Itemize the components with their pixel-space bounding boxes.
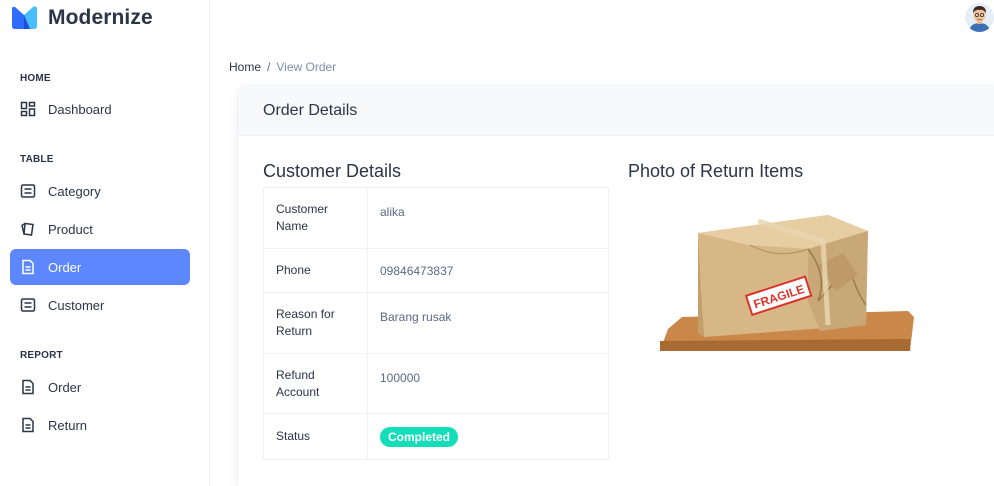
user-avatar[interactable]	[965, 3, 994, 32]
customer-details-title: Customer Details	[263, 161, 402, 181]
card-title: Order Details	[238, 86, 994, 136]
row-value: Completed	[367, 413, 609, 460]
table-row: Refund Account 100000	[263, 353, 609, 414]
table-row: Status Completed	[263, 413, 609, 460]
return-item-photo: FRAGILE	[660, 215, 914, 351]
sidebar-item-product[interactable]: Product	[10, 211, 190, 247]
cards-icon	[20, 221, 36, 237]
sidebar: Modernize HOME Dashboard TABLE Category …	[0, 0, 210, 486]
file-icon	[20, 259, 36, 275]
customer-details-table: Customer Name alika Phone 09846473837 Re…	[263, 187, 609, 460]
breadcrumb-current: View Order	[276, 60, 337, 74]
logo-icon	[12, 6, 37, 29]
row-label: Phone	[263, 248, 368, 293]
sidebar-item-label: Dashboard	[48, 101, 112, 117]
breadcrumb-home-link[interactable]: Home	[229, 60, 261, 74]
sidebar-item-label: Category	[48, 183, 101, 199]
row-label: Status	[263, 413, 368, 460]
row-value: alika	[367, 187, 609, 249]
file-icon	[20, 379, 36, 395]
table-row: Customer Name alika	[263, 187, 609, 249]
dashboard-icon	[20, 101, 36, 117]
sidebar-item-label: Return	[48, 417, 88, 433]
sidebar-item-order[interactable]: Order	[10, 249, 190, 285]
nav-section-home: HOME	[20, 73, 51, 84]
photo-title: Photo of Return Items	[628, 161, 804, 181]
sidebar-item-category[interactable]: Category	[10, 173, 190, 209]
nav-section-table: TABLE	[20, 154, 54, 165]
row-value: Barang rusak	[367, 292, 609, 354]
table-row: Reason for Return Barang rusak	[263, 292, 609, 354]
order-details-card: Order Details Customer Details Customer …	[238, 86, 994, 486]
sidebar-item-dashboard[interactable]: Dashboard	[10, 91, 190, 127]
brand-name: Modernize	[48, 6, 153, 29]
row-value: 100000	[367, 353, 609, 414]
row-label: Reason for Return	[263, 292, 368, 354]
breadcrumb: Home / View Order	[229, 60, 336, 74]
row-label: Customer Name	[263, 187, 368, 249]
sidebar-item-return[interactable]: Return	[10, 407, 190, 443]
sidebar-item-report-order[interactable]: Order	[10, 369, 190, 405]
brand[interactable]: Modernize	[10, 5, 153, 31]
sidebar-item-customer[interactable]: Customer	[10, 287, 190, 323]
sidebar-item-label: Order	[48, 379, 82, 395]
file-icon	[20, 417, 36, 433]
avatar-icon	[965, 3, 994, 32]
nav-section-report: REPORT	[20, 350, 63, 361]
list-icon	[20, 297, 36, 313]
row-value: 09846473837	[367, 248, 609, 293]
sidebar-item-label: Order	[48, 259, 82, 275]
sidebar-item-label: Customer	[48, 297, 105, 313]
list-icon	[20, 183, 36, 199]
status-badge: Completed	[380, 426, 459, 447]
table-row: Phone 09846473837	[263, 248, 609, 293]
sidebar-item-label: Product	[48, 221, 93, 237]
row-label: Refund Account	[263, 353, 368, 414]
breadcrumb-separator: /	[267, 60, 271, 74]
